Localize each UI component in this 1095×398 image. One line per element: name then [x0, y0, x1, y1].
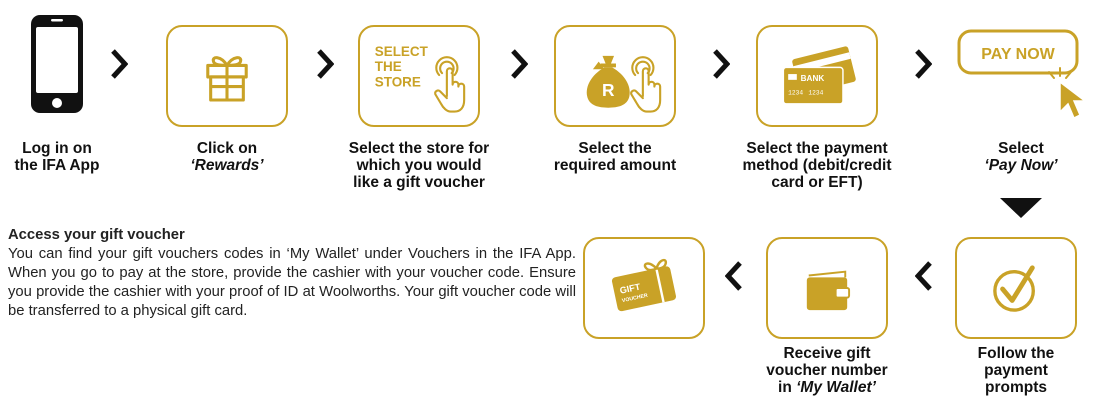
arrow-right-icon: [510, 49, 528, 79]
rewards-step-box: [166, 25, 288, 127]
step-label-paynow: Select ‘Pay Now’: [984, 140, 1058, 174]
step-label-amount: Select the required amount: [553, 140, 677, 174]
svg-text:1234: 1234: [808, 89, 823, 96]
cursor-icon: [1059, 80, 1088, 120]
access-heading: Access your gift voucher: [8, 227, 185, 243]
wallet-icon: [806, 270, 851, 311]
gift-icon: [206, 56, 248, 102]
arrow-left-icon: [915, 261, 933, 291]
step-label-payment: Select the payment method (debit/credit ca…: [742, 140, 892, 191]
step-label-rewards: Click on ‘Rewards’: [190, 140, 264, 174]
arrow-down-icon: [998, 196, 1044, 222]
svg-text:1234: 1234: [788, 89, 803, 96]
step-label-prompts: Follow the payment prompts: [977, 345, 1055, 396]
access-body: You can find your gift vouchers codes in…: [8, 246, 576, 319]
checkmark-icon: [993, 265, 1035, 312]
tap-icon: SELECT THE STORE: [375, 44, 466, 113]
svg-text:R: R: [602, 80, 615, 100]
svg-text:BANK: BANK: [801, 74, 825, 83]
step-label-wallet: Receive gift voucher number in ‘My Walle…: [766, 345, 888, 396]
arrow-right-icon: [110, 49, 128, 79]
arrow-right-icon: [712, 49, 730, 79]
svg-text:THE: THE: [375, 59, 402, 74]
gift-voucher-icon: GIFT VOUCHER: [611, 258, 676, 312]
select-store-step-box: SELECT THE STORE: [358, 25, 480, 127]
step-label-login: Log in on the IFA App: [14, 140, 100, 174]
amount-step-box: R: [554, 25, 676, 127]
arrow-left-icon: [725, 261, 743, 291]
arrow-right-icon: [914, 49, 932, 79]
payment-step-box: BANK 1234 1234: [756, 25, 878, 127]
phone-icon: [30, 14, 84, 114]
step-label-store: Select the store for which you would like …: [348, 140, 490, 191]
svg-text:PAY NOW: PAY NOW: [981, 46, 1055, 63]
arrow-right-icon: [316, 49, 334, 79]
svg-text:SELECT: SELECT: [375, 44, 429, 59]
money-bag-icon: R: [586, 55, 662, 113]
svg-text:STORE: STORE: [375, 75, 421, 90]
prompts-step-box: [955, 237, 1077, 339]
wallet-step-box: [766, 237, 888, 339]
access-voucher-section: Access your gift voucher You can find yo…: [8, 226, 576, 321]
bank-card-icon: BANK 1234 1234: [782, 46, 856, 105]
voucher-step-box: GIFT VOUCHER: [583, 237, 705, 339]
pay-now-graphic: PAY NOW: [956, 28, 1090, 128]
